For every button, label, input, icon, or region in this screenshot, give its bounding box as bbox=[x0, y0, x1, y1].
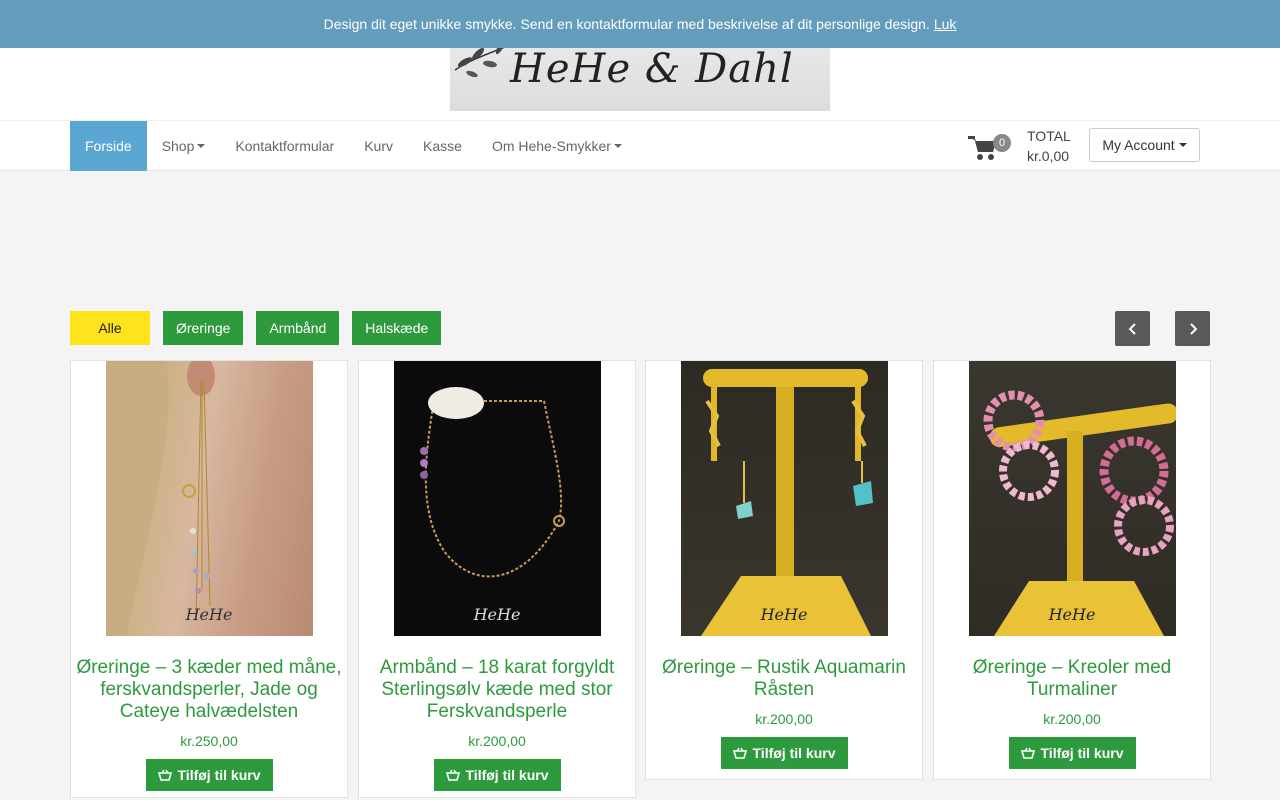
main-navbar: Forside Shop Kontaktformular Kurv Kasse … bbox=[0, 121, 1280, 171]
nav-item-kontaktformular[interactable]: Kontaktformular bbox=[220, 121, 349, 171]
add-to-cart-button[interactable]: Tilføj til kurv bbox=[433, 759, 561, 791]
cart-total-value: kr.0,00 bbox=[1027, 148, 1070, 164]
nav-item-shop[interactable]: Shop bbox=[147, 121, 221, 171]
caret-down-icon bbox=[1178, 143, 1187, 147]
nav-label: Kasse bbox=[423, 138, 462, 154]
product-card: HeHe Armbånd – 18 karat forgyldt Sterlin… bbox=[358, 360, 636, 798]
product-price: kr.200,00 bbox=[1043, 711, 1101, 727]
product-photo[interactable]: HeHe bbox=[968, 361, 1176, 636]
my-account-dropdown[interactable]: My Account bbox=[1089, 128, 1200, 162]
cart-count-badge: 0 bbox=[993, 134, 1011, 152]
basket-icon bbox=[732, 747, 747, 759]
carousel-prev-button[interactable] bbox=[1115, 311, 1150, 346]
category-filter-bar: Alle Øreringe Armbånd Halskæde bbox=[70, 311, 454, 345]
nav-item-kasse[interactable]: Kasse bbox=[408, 121, 477, 171]
nav-item-om-hehe-smykker[interactable]: Om Hehe-Smykker bbox=[477, 121, 637, 171]
nav-label: Forside bbox=[85, 138, 132, 154]
product-image-area: HeHe bbox=[646, 361, 922, 637]
main-menu: Forside Shop Kontaktformular Kurv Kasse … bbox=[70, 121, 637, 171]
caret-down-icon bbox=[197, 144, 206, 148]
photo-watermark: HeHe bbox=[1048, 605, 1096, 624]
nav-label: Om Hehe-Smykker bbox=[491, 138, 611, 154]
product-card: HeHe Øreringe – Kreoler med Turmaliner k… bbox=[933, 360, 1211, 780]
product-title[interactable]: Armbånd – 18 karat forgyldt Sterlingsølv… bbox=[359, 657, 635, 723]
notice-text: Design dit eget unikke smykke. Send en k… bbox=[323, 16, 930, 32]
product-image-area: HeHe bbox=[934, 361, 1210, 637]
caret-down-icon bbox=[613, 144, 622, 148]
site-logo[interactable]: HeHe & Dahl bbox=[450, 40, 830, 111]
logo-text: HeHe & Dahl bbox=[510, 46, 794, 92]
add-to-cart-button[interactable]: Tilføj til kurv bbox=[720, 737, 848, 769]
add-to-cart-label: Tilføj til kurv bbox=[177, 767, 261, 783]
notice-close-link[interactable]: Luk bbox=[934, 16, 957, 32]
photo-watermark: HeHe bbox=[760, 605, 808, 624]
photo-watermark: HeHe bbox=[473, 605, 521, 624]
basket-icon bbox=[157, 769, 172, 781]
product-title[interactable]: Øreringe – Rustik Aquamarin Råsten bbox=[646, 657, 922, 701]
product-image-area: HeHe bbox=[359, 361, 635, 637]
carousel-next-button[interactable] bbox=[1175, 311, 1210, 346]
basket-icon bbox=[445, 769, 460, 781]
product-price: kr.250,00 bbox=[180, 733, 238, 749]
account-label: My Account bbox=[1102, 137, 1175, 153]
filter-alle[interactable]: Alle bbox=[70, 311, 150, 345]
nav-item-kurv[interactable]: Kurv bbox=[349, 121, 408, 171]
add-to-cart-label: Tilføj til kurv bbox=[1040, 745, 1124, 761]
mini-cart[interactable]: 0 TOTAL kr.0,00 bbox=[968, 128, 1071, 168]
product-card: HeHe Øreringe – 3 kæder med måne, ferskv… bbox=[70, 360, 348, 798]
filter-armband[interactable]: Armbånd bbox=[256, 311, 340, 345]
product-card: HeHe Øreringe – Rustik Aquamarin Råsten … bbox=[645, 360, 923, 780]
filter-oreringe[interactable]: Øreringe bbox=[163, 311, 244, 345]
chevron-left-icon bbox=[1128, 322, 1136, 335]
add-to-cart-label: Tilføj til kurv bbox=[465, 767, 549, 783]
nav-label: Kurv bbox=[364, 138, 394, 154]
nav-label: Kontaktformular bbox=[235, 138, 335, 154]
store-notice-bar: Design dit eget unikke smykke. Send en k… bbox=[0, 0, 1280, 48]
add-to-cart-button[interactable]: Tilføj til kurv bbox=[145, 759, 273, 791]
product-title[interactable]: Øreringe – Kreoler med Turmaliner bbox=[934, 657, 1210, 701]
filter-halskaede[interactable]: Halskæde bbox=[352, 311, 442, 345]
product-price: kr.200,00 bbox=[755, 711, 813, 727]
chevron-right-icon bbox=[1189, 322, 1197, 335]
add-to-cart-label: Tilføj til kurv bbox=[752, 745, 836, 761]
product-price: kr.200,00 bbox=[468, 733, 526, 749]
product-title[interactable]: Øreringe – 3 kæder med måne, ferskvandsp… bbox=[71, 657, 347, 723]
cart-total-label: TOTAL bbox=[1027, 128, 1071, 144]
product-image-area: HeHe bbox=[71, 361, 347, 637]
nav-label: Shop bbox=[161, 138, 195, 154]
product-photo[interactable]: HeHe bbox=[680, 361, 888, 636]
product-photo[interactable]: HeHe bbox=[393, 361, 601, 636]
photo-watermark: HeHe bbox=[185, 605, 233, 624]
basket-icon bbox=[1020, 747, 1035, 759]
nav-item-forside[interactable]: Forside bbox=[70, 121, 147, 171]
add-to-cart-button[interactable]: Tilføj til kurv bbox=[1008, 737, 1136, 769]
product-photo[interactable]: HeHe bbox=[105, 361, 313, 636]
